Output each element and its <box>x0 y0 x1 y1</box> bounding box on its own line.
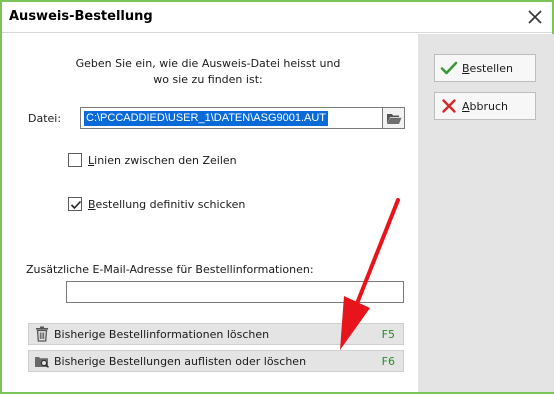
lines-between-rows-checkbox[interactable] <box>68 153 82 167</box>
delete-order-info-button[interactable]: Bisherige Bestellinformationen löschen F… <box>28 323 404 345</box>
cancel-button[interactable]: Abbruch <box>434 92 536 120</box>
list-orders-label: Bisherige Bestellungen auflisten oder lö… <box>54 354 307 368</box>
instruction-line-2: wo sie zu finden ist: <box>153 73 263 86</box>
cross-icon <box>438 98 460 114</box>
lines-between-rows-option[interactable]: Linien zwischen den Zeilen <box>68 153 237 167</box>
order-definitive-label: Bestellung definitiv schicken <box>88 197 246 211</box>
folder-open-icon <box>386 113 401 124</box>
list-orders-hotkey: F6 <box>381 354 395 368</box>
instruction-line-1: Geben Sie ein, wie die Ausweis-Datei hei… <box>75 57 341 70</box>
file-path-value: C:\PCCADDIED\USER_1\DATEN\ASG9001.AUT <box>84 111 329 126</box>
close-icon <box>528 10 542 24</box>
order-button[interactable]: Bestellen <box>434 54 536 82</box>
order-definitive-checkbox[interactable] <box>68 197 82 211</box>
main-panel: Geben Sie ein, wie die Ausweis-Datei hei… <box>4 34 418 392</box>
side-panel: Bestellen Abbruch <box>418 34 554 392</box>
checkmark-icon <box>438 61 460 75</box>
browse-button[interactable] <box>383 107 405 129</box>
email-input[interactable] <box>66 281 404 303</box>
dialog-window: Ausweis-Bestellung Geben Sie ein, wie di… <box>0 0 554 394</box>
instruction-text: Geben Sie ein, wie die Ausweis-Datei hei… <box>44 56 372 88</box>
dialog-title: Ausweis-Bestellung <box>9 9 153 24</box>
trash-icon <box>32 326 52 342</box>
folder-search-icon <box>32 354 52 368</box>
delete-order-info-hotkey: F5 <box>381 327 395 341</box>
order-definitive-option[interactable]: Bestellung definitiv schicken <box>68 197 245 211</box>
file-label: Datei: <box>28 112 62 125</box>
close-button[interactable] <box>524 6 546 28</box>
list-orders-button[interactable]: Bisherige Bestellungen auflisten oder lö… <box>28 350 404 372</box>
delete-order-info-label: Bisherige Bestellinformationen löschen <box>54 327 270 341</box>
title-bar: Ausweis-Bestellung <box>2 2 552 33</box>
order-button-label: Bestellen <box>462 61 513 75</box>
email-label: Zusätzliche E-Mail-Adresse für Bestellin… <box>26 263 314 276</box>
file-path-input[interactable]: C:\PCCADDIED\USER_1\DATEN\ASG9001.AUT <box>80 107 383 129</box>
checkmark-icon <box>70 200 82 210</box>
cancel-button-label: Abbruch <box>462 99 509 113</box>
lines-between-rows-label: Linien zwischen den Zeilen <box>88 153 237 167</box>
